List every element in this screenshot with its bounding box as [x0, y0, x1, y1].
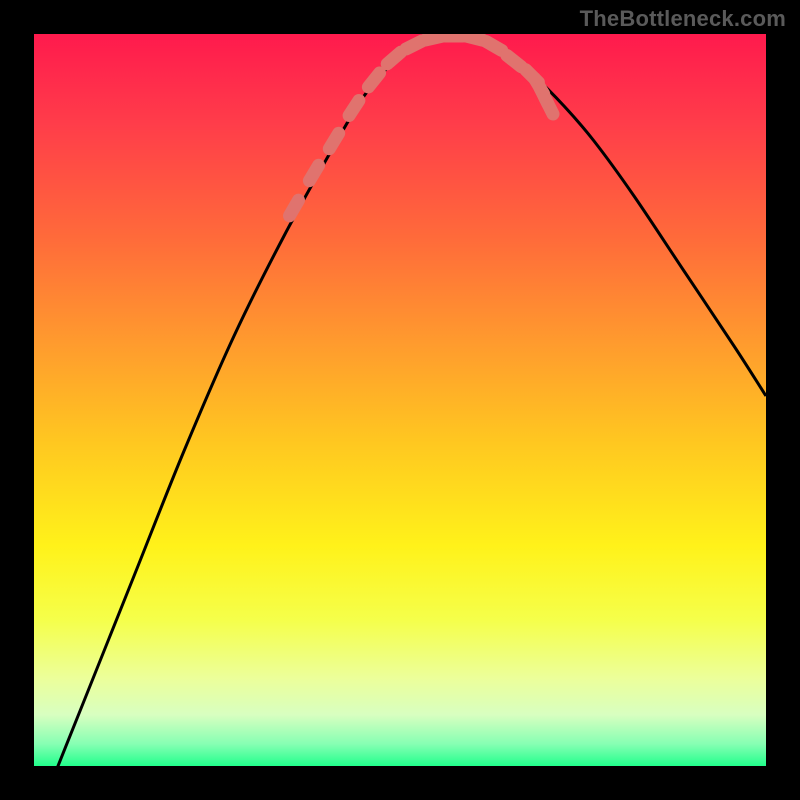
watermark-text: TheBottleneck.com	[580, 6, 786, 32]
marker-dash	[545, 98, 553, 114]
marker-dash	[290, 200, 299, 216]
marker-dash	[486, 42, 502, 51]
marker-group	[290, 36, 554, 216]
chart-svg	[34, 34, 766, 766]
marker-dash	[387, 52, 401, 64]
marker-dash	[309, 165, 318, 180]
marker-dash	[349, 101, 359, 116]
marker-dash	[507, 55, 521, 66]
bottleneck-curve-path	[34, 36, 766, 766]
marker-dash	[329, 133, 338, 148]
marker-dash	[368, 73, 379, 87]
chart-frame	[34, 34, 766, 766]
